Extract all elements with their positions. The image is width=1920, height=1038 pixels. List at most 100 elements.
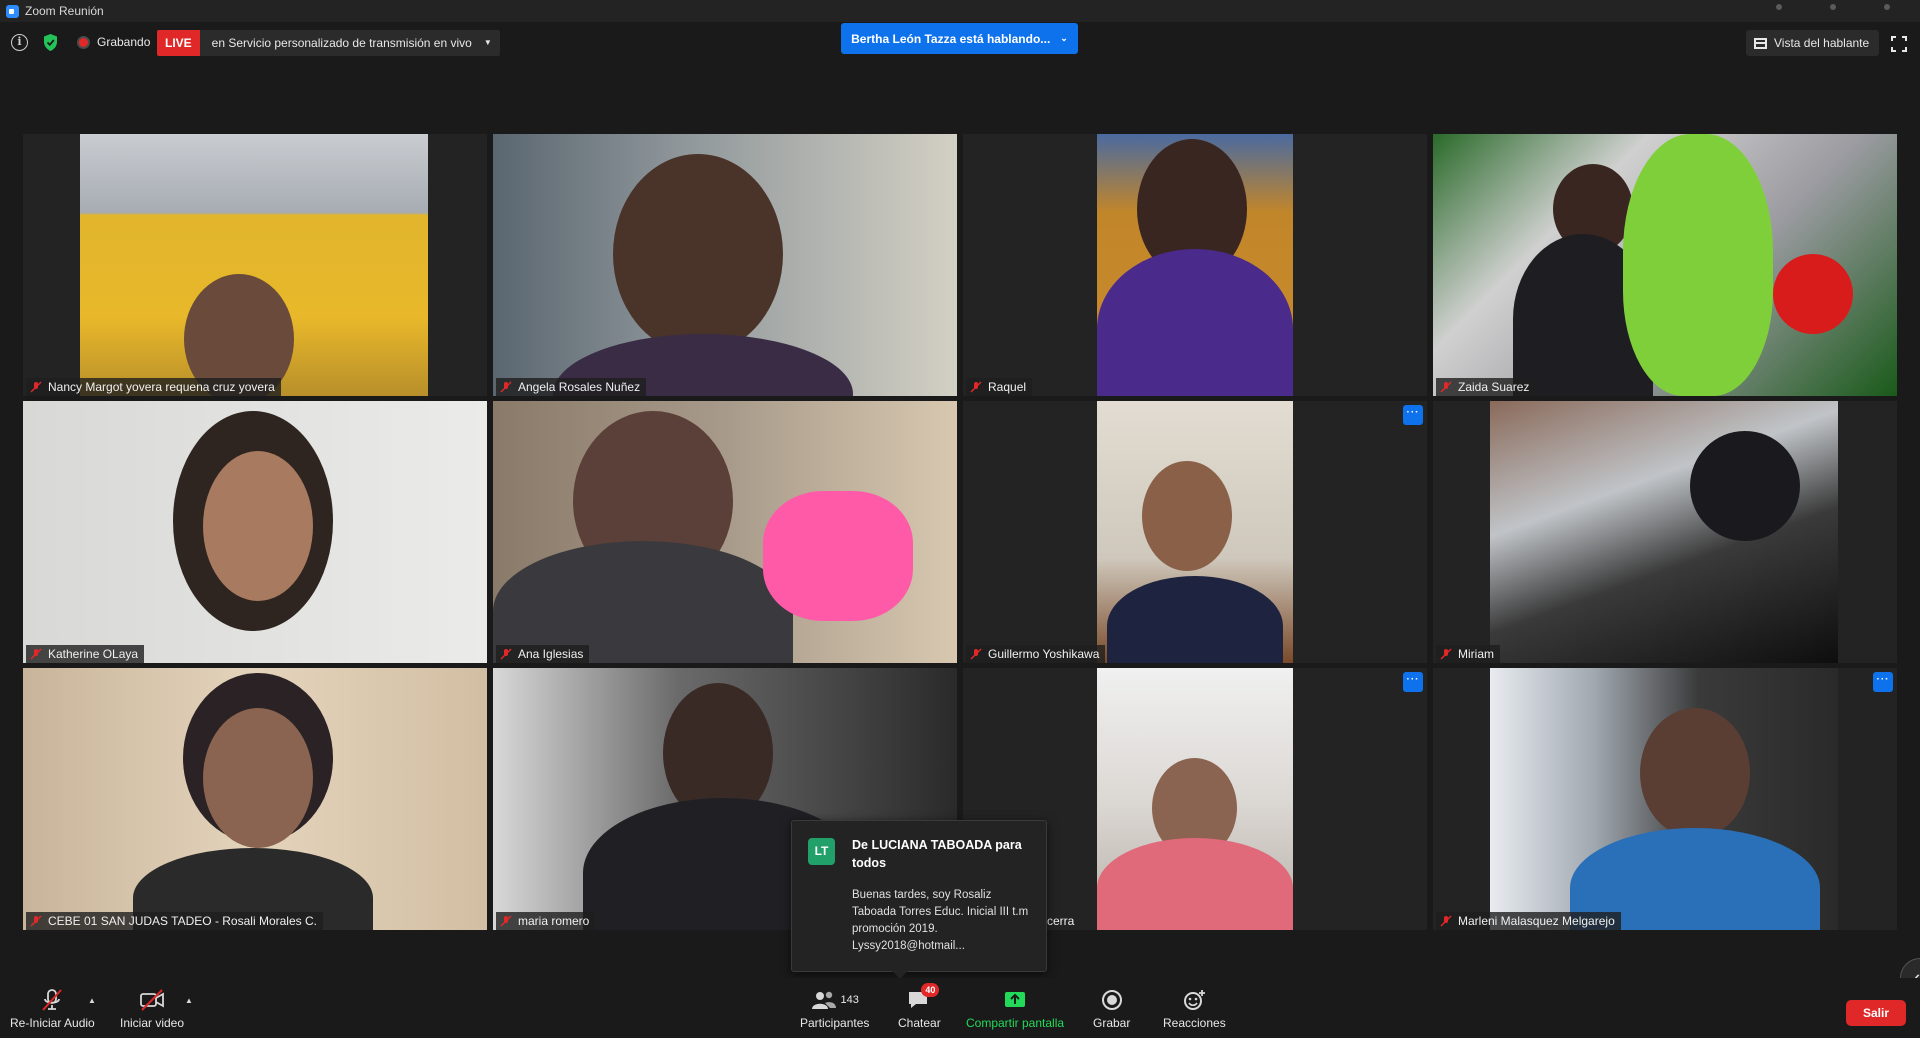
person-face xyxy=(203,708,313,848)
participant-name: Ana Iglesias xyxy=(518,647,584,661)
live-service-label: en Servicio personalizado de transmisión… xyxy=(211,36,472,50)
participant-video xyxy=(1490,668,1838,930)
sender-avatar: LT xyxy=(808,838,835,865)
participant-name: cerra xyxy=(1047,914,1075,928)
title-bar: Zoom Reunión xyxy=(0,0,1920,22)
live-stream-dropdown[interactable]: LIVE en Servicio personalizado de transm… xyxy=(157,30,500,56)
participant-video xyxy=(493,134,957,396)
minimize-icon[interactable] xyxy=(1776,4,1782,10)
audio-label: Re-Iniciar Audio xyxy=(10,1016,95,1030)
meeting-top-bar: i Grabando LIVE en Servicio personalizad… xyxy=(0,22,1920,70)
participant-name: maria romero xyxy=(518,914,590,928)
participant-tile[interactable]: Nancy Margot yovera requena cruz yovera xyxy=(23,134,487,396)
video-label: Iniciar video xyxy=(120,1016,185,1030)
participant-tile[interactable]: CEBE 01 SAN JUDAS TADEO - Rosali Morales… xyxy=(23,668,487,930)
speaker-view-label: Vista del hablante xyxy=(1774,36,1870,50)
mic-muted-icon xyxy=(500,915,512,927)
participant-name-tag: CEBE 01 SAN JUDAS TADEO - Rosali Morales… xyxy=(26,912,323,930)
record-button[interactable]: Grabar xyxy=(1093,988,1130,1034)
meeting-toolbar: Re-Iniciar Audio ▲ Iniciar video ▲ 143 P… xyxy=(0,978,1920,1038)
person-body xyxy=(1097,838,1293,930)
participant-tile[interactable]: Marleni Malasquez Melgarejo ··· xyxy=(1433,668,1897,930)
speaker-view-button[interactable]: Vista del hablante xyxy=(1746,30,1880,56)
person-face xyxy=(203,451,313,601)
chat-message: Buenas tardes, soy Rosaliz Taboada Torre… xyxy=(852,889,1029,952)
more-options-button[interactable]: ··· xyxy=(1403,405,1423,425)
participant-name-tag: Miriam xyxy=(1436,645,1500,663)
participants-icon xyxy=(811,991,836,1009)
chat-icon-wrap: 40 xyxy=(906,983,940,1012)
share-screen-button[interactable]: Compartir pantalla xyxy=(966,988,1064,1034)
mic-muted-icon xyxy=(30,648,42,660)
participant-tile[interactable]: Angela Rosales Nuñez xyxy=(493,134,957,396)
participant-name: CEBE 01 SAN JUDAS TADEO - Rosali Morales… xyxy=(48,914,317,928)
video-button[interactable]: Iniciar video xyxy=(120,988,184,1034)
participant-name-tag: Guillermo Yoshikawa xyxy=(966,645,1106,663)
caret-down-icon: ▼ xyxy=(483,38,492,47)
participant-tile[interactable]: Zaida Suarez xyxy=(1433,134,1897,396)
record-icon xyxy=(1101,990,1122,1010)
participant-name: Guillermo Yoshikawa xyxy=(988,647,1100,661)
exit-button[interactable]: Salir xyxy=(1846,1000,1906,1026)
chevron-down-icon: ⌄ xyxy=(1060,33,1068,43)
participant-tile[interactable]: Katherine OLaya xyxy=(23,401,487,663)
audio-button[interactable]: Re-Iniciar Audio xyxy=(10,988,95,1034)
video-options-caret-icon[interactable]: ▲ xyxy=(185,996,193,1005)
mic-muted-icon xyxy=(30,915,42,927)
participant-name-tag: cerra xyxy=(1043,912,1080,930)
active-speaker-button[interactable]: Bertha León Tazza está hablando... ⌄ xyxy=(841,23,1078,54)
more-options-button[interactable]: ··· xyxy=(1873,672,1893,692)
zoom-meeting-window: Zoom Reunión i Grabando LIVE en Servicio… xyxy=(0,0,1920,1038)
live-badge: LIVE xyxy=(157,30,200,56)
participant-video xyxy=(23,668,487,930)
recording-label: Grabando xyxy=(97,35,151,49)
recording-icon[interactable] xyxy=(77,36,90,49)
info-icon[interactable]: i xyxy=(11,34,28,51)
participant-name: Miriam xyxy=(1458,647,1494,661)
participant-tile[interactable]: Miriam xyxy=(1433,401,1897,663)
participant-name: Katherine OLaya xyxy=(48,647,139,661)
participant-name-tag: Katherine OLaya xyxy=(26,645,145,663)
zoom-logo-icon xyxy=(6,4,19,18)
close-icon[interactable] xyxy=(1884,4,1890,10)
participant-tile[interactable]: Raquel xyxy=(963,134,1427,396)
shield-icon[interactable] xyxy=(42,33,59,52)
participant-video xyxy=(80,134,428,396)
chat-sender: De LUCIANA TABOADA para todos xyxy=(852,838,1022,870)
audio-options-caret-icon[interactable]: ▲ xyxy=(88,996,96,1005)
participant-tile[interactable]: Ana Iglesias xyxy=(493,401,957,663)
person-body xyxy=(1097,249,1293,396)
window-title: Zoom Reunión xyxy=(25,4,104,18)
participant-name: Angela Rosales Nuñez xyxy=(518,380,641,394)
participant-video xyxy=(1097,401,1293,663)
fullscreen-icon[interactable] xyxy=(1891,36,1907,52)
participant-video xyxy=(493,401,957,663)
record-label: Grabar xyxy=(1093,1016,1131,1030)
participant-video xyxy=(1490,401,1838,663)
participant-name: Nancy Margot yovera requena cruz yovera xyxy=(48,380,275,394)
participants-label: Participantes xyxy=(800,1016,870,1030)
reactions-button[interactable]: Reacciones xyxy=(1163,988,1226,1034)
mic-muted-icon xyxy=(970,381,982,393)
person-body xyxy=(1107,576,1283,663)
video-off-icon xyxy=(140,989,164,1011)
participant-name-tag: Raquel xyxy=(966,378,1033,396)
chat-button[interactable]: 40 Chatear xyxy=(898,983,941,1034)
participant-name-tag: Angela Rosales Nuñez xyxy=(496,378,647,396)
person-head xyxy=(1690,431,1800,541)
participant-name: Marleni Malasquez Melgarejo xyxy=(1458,914,1615,928)
more-options-button[interactable]: ··· xyxy=(1403,672,1423,692)
participant-name-tag: Marleni Malasquez Melgarejo xyxy=(1436,912,1621,930)
maximize-icon[interactable] xyxy=(1830,4,1836,10)
person-head xyxy=(1640,708,1750,838)
window-controls xyxy=(1776,4,1890,10)
view-layout-icon xyxy=(1754,37,1767,49)
participant-video xyxy=(1097,134,1293,396)
chat-notification-popup[interactable]: LT De LUCIANA TABOADA para todos Buenas … xyxy=(791,820,1047,979)
person-head xyxy=(1142,461,1232,571)
mic-muted-icon xyxy=(1440,915,1452,927)
participants-button[interactable]: 143 Participantes xyxy=(800,988,869,1034)
participant-video xyxy=(1097,668,1293,930)
mic-muted-icon xyxy=(500,648,512,660)
participant-tile[interactable]: Guillermo Yoshikawa ··· xyxy=(963,401,1427,663)
